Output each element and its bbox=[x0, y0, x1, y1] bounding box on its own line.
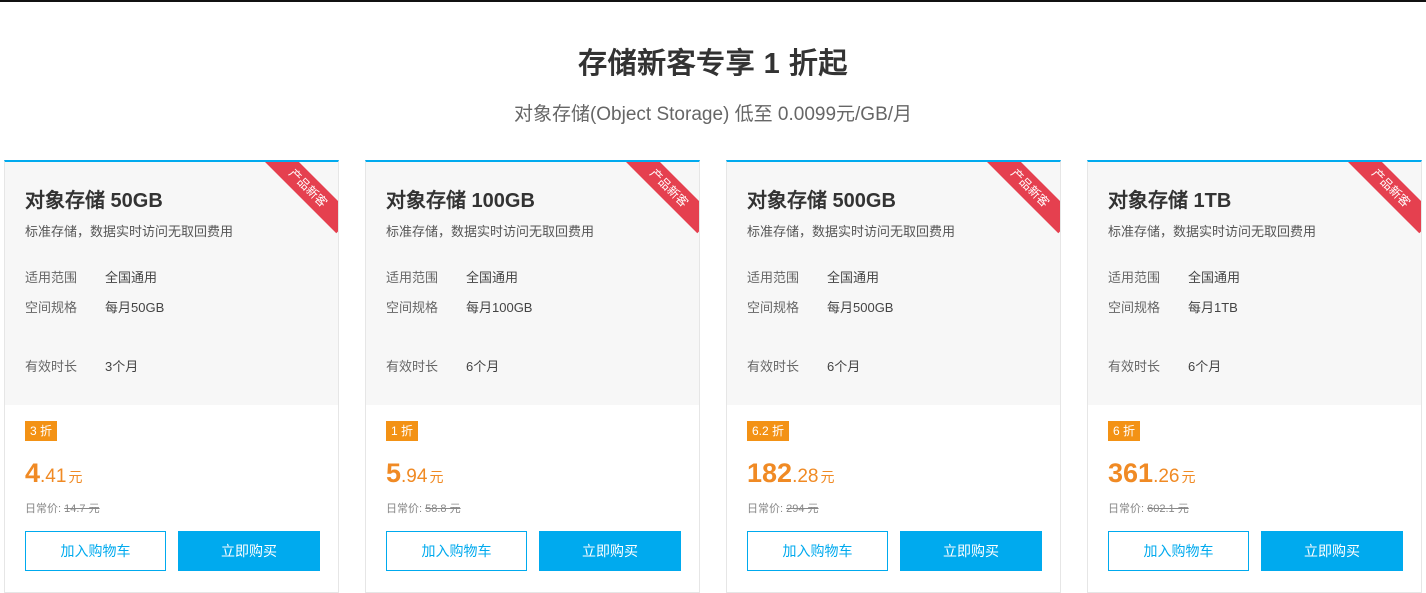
price-unit: 元 bbox=[1181, 469, 1196, 485]
duration-row: 有效时长 6个月 bbox=[747, 356, 860, 375]
original-price-value: 58.8 元 bbox=[425, 503, 461, 515]
original-price-value: 14.7 元 bbox=[64, 503, 100, 515]
scope-row: 适用范围 全国通用 bbox=[386, 267, 518, 286]
card-title: 对象存储 100GB bbox=[386, 190, 535, 212]
price-integer: 182 bbox=[747, 458, 793, 488]
original-price-value: 602.1 元 bbox=[1147, 503, 1189, 515]
discount-badge: 6.2 折 bbox=[747, 421, 790, 441]
scope-row: 适用范围 全国通用 bbox=[747, 267, 879, 286]
duration-label: 有效时长 bbox=[747, 359, 800, 374]
discount-badge: 1 折 bbox=[386, 421, 419, 441]
buy-now-button[interactable]: 立即购买 bbox=[178, 531, 320, 571]
add-to-cart-button[interactable]: 加入购物车 bbox=[1108, 531, 1249, 571]
duration-label: 有效时长 bbox=[1108, 359, 1161, 374]
price-decimal: .28 bbox=[792, 466, 819, 487]
price-unit: 元 bbox=[429, 469, 444, 485]
duration-row: 有效时长 3个月 bbox=[25, 356, 138, 375]
card-description: 标准存储，数据实时访问无取回费用 bbox=[386, 224, 595, 239]
add-to-cart-button[interactable]: 加入购物车 bbox=[386, 531, 527, 571]
top-border bbox=[0, 0, 1426, 2]
page-subtitle: 对象存储(Object Storage) 低至 0.0099元/GB/月 bbox=[513, 104, 913, 125]
scope-row: 适用范围 全国通用 bbox=[25, 267, 157, 286]
scope-value: 全国通用 bbox=[105, 270, 158, 285]
spec-row: 空间规格 每月500GB bbox=[747, 297, 893, 316]
page-title: 存储新客专享 1 折起 bbox=[578, 48, 848, 80]
spec-row: 空间规格 每月1TB bbox=[1108, 297, 1238, 316]
original-price-value: 294 元 bbox=[786, 503, 819, 515]
duration-label: 有效时长 bbox=[25, 359, 78, 374]
card-description: 标准存储，数据实时访问无取回费用 bbox=[747, 224, 956, 239]
original-price-label: 日常价: bbox=[25, 503, 62, 515]
spec-label: 空间规格 bbox=[1108, 300, 1161, 315]
scope-value: 全国通用 bbox=[466, 270, 519, 285]
scope-row: 适用范围 全国通用 bbox=[1108, 267, 1240, 286]
scope-label: 适用范围 bbox=[747, 270, 800, 285]
product-card-1tb: 产品新客 对象存储 1TB 标准存储，数据实时访问无取回费用 适用范围 全国通用 … bbox=[1087, 160, 1422, 593]
duration-row: 有效时长 6个月 bbox=[386, 356, 499, 375]
price: 4.41 元 bbox=[25, 458, 82, 489]
product-card-100gb: 产品新客 对象存储 100GB 标准存储，数据实时访问无取回费用 适用范围 全国通… bbox=[365, 160, 700, 593]
spec-row: 空间规格 每月50GB bbox=[25, 297, 164, 316]
scope-label: 适用范围 bbox=[386, 270, 439, 285]
spec-label: 空间规格 bbox=[747, 300, 800, 315]
card-title: 对象存储 500GB bbox=[747, 190, 896, 212]
product-card-500gb: 产品新客 对象存储 500GB 标准存储，数据实时访问无取回费用 适用范围 全国通… bbox=[726, 160, 1061, 593]
spec-value: 每月50GB bbox=[105, 300, 165, 315]
discount-badge: 6 折 bbox=[1108, 421, 1141, 441]
spec-label: 空间规格 bbox=[386, 300, 439, 315]
scope-label: 适用范围 bbox=[1108, 270, 1161, 285]
card-title: 对象存储 1TB bbox=[1108, 190, 1232, 212]
duration-value: 6个月 bbox=[1188, 359, 1222, 374]
price-integer: 5 bbox=[386, 458, 402, 488]
original-price: 日常价: 602.1 元 bbox=[1108, 500, 1189, 516]
price-integer: 361 bbox=[1108, 458, 1154, 488]
original-price-label: 日常价: bbox=[747, 503, 784, 515]
add-to-cart-button[interactable]: 加入购物车 bbox=[25, 531, 166, 571]
card-description: 标准存储，数据实时访问无取回费用 bbox=[1108, 224, 1317, 239]
discount-badge: 3 折 bbox=[25, 421, 58, 441]
original-price: 日常价: 14.7 元 bbox=[25, 500, 100, 516]
spec-label: 空间规格 bbox=[25, 300, 78, 315]
product-card-50gb: 产品新客 对象存储 50GB 标准存储，数据实时访问无取回费用 适用范围 全国通用… bbox=[4, 160, 339, 593]
spec-value: 每月100GB bbox=[466, 300, 533, 315]
price-decimal: .41 bbox=[40, 466, 67, 487]
scope-value: 全国通用 bbox=[827, 270, 880, 285]
price: 5.94 元 bbox=[386, 458, 443, 489]
price-decimal: .94 bbox=[401, 466, 428, 487]
price-integer: 4 bbox=[25, 458, 41, 488]
spec-value: 每月1TB bbox=[1188, 300, 1238, 315]
buy-now-button[interactable]: 立即购买 bbox=[1261, 531, 1403, 571]
card-title: 对象存储 50GB bbox=[25, 190, 163, 212]
scope-value: 全国通用 bbox=[1188, 270, 1241, 285]
add-to-cart-button[interactable]: 加入购物车 bbox=[747, 531, 888, 571]
original-price-label: 日常价: bbox=[1108, 503, 1145, 515]
spec-row: 空间规格 每月100GB bbox=[386, 297, 532, 316]
product-card-list: 产品新客 对象存储 50GB 标准存储，数据实时访问无取回费用 适用范围 全国通用… bbox=[4, 160, 1426, 593]
scope-label: 适用范围 bbox=[25, 270, 78, 285]
spec-value: 每月500GB bbox=[827, 300, 894, 315]
buy-now-button[interactable]: 立即购买 bbox=[539, 531, 681, 571]
duration-value: 6个月 bbox=[827, 359, 861, 374]
duration-value: 3个月 bbox=[105, 359, 139, 374]
duration-row: 有效时长 6个月 bbox=[1108, 356, 1221, 375]
original-price: 日常价: 58.8 元 bbox=[386, 500, 461, 516]
price-unit: 元 bbox=[68, 469, 83, 485]
price-decimal: .26 bbox=[1153, 466, 1180, 487]
duration-value: 6个月 bbox=[466, 359, 500, 374]
duration-label: 有效时长 bbox=[386, 359, 439, 374]
buy-now-button[interactable]: 立即购买 bbox=[900, 531, 1042, 571]
original-price: 日常价: 294 元 bbox=[747, 500, 819, 516]
price: 361.26 元 bbox=[1108, 458, 1195, 489]
original-price-label: 日常价: bbox=[386, 503, 423, 515]
card-description: 标准存储，数据实时访问无取回费用 bbox=[25, 224, 234, 239]
price-unit: 元 bbox=[820, 469, 835, 485]
price: 182.28 元 bbox=[747, 458, 834, 489]
